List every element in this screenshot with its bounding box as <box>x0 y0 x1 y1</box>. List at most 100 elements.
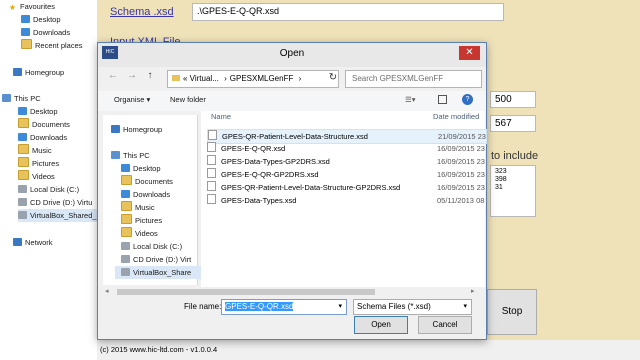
folder-icon <box>172 75 180 81</box>
horizontal-scrollbar[interactable]: ◂ ▸ <box>103 287 481 297</box>
file-icon <box>207 168 216 178</box>
breadcrumb-gpesxmlgenff[interactable]: GPESXMLGenFF <box>230 74 294 83</box>
drive-icon <box>121 242 130 250</box>
nav-network[interactable]: Network <box>13 236 53 249</box>
cd-drive-icon <box>18 198 27 206</box>
dialog-title: Open <box>279 48 305 59</box>
search-input[interactable]: Search GPESXMLGenFF <box>345 70 482 88</box>
dnav-pictures[interactable]: Pictures <box>121 214 162 227</box>
list-item: 31 <box>495 184 503 191</box>
network-drive-icon <box>18 211 27 219</box>
file-name-label: File name: <box>184 302 222 311</box>
dnav-virtualbox-shared[interactable]: VirtualBox_Share <box>115 266 203 279</box>
dnav-music[interactable]: Music <box>121 201 155 214</box>
address-bar[interactable]: « Virtual... › GPESXMLGenFF › <box>167 70 339 88</box>
chevron-down-icon[interactable]: ▾ <box>463 300 467 314</box>
star-icon: ★ <box>8 3 17 12</box>
pictures-icon <box>18 157 29 167</box>
forward-arrow-icon[interactable]: → <box>125 70 139 81</box>
scrollbar-thumb[interactable] <box>117 289 375 295</box>
nav-pc-desktop[interactable]: Desktop <box>18 105 58 118</box>
nav-this-pc[interactable]: This PC <box>2 92 41 105</box>
file-row[interactable]: GPES-E-Q-QR.xsd 16/09/2015 23 <box>207 142 485 155</box>
pc-icon <box>111 151 120 159</box>
help-icon[interactable]: ? <box>462 94 473 105</box>
refresh-icon[interactable]: ↻ <box>326 72 340 83</box>
nav-virtualbox-shared[interactable]: VirtualBox_Shared_ <box>18 209 97 222</box>
nav-favourites[interactable]: ★ Favourites <box>8 0 55 13</box>
file-row[interactable]: GPES-QR-Patient-Level-Data-Structure-GP2… <box>207 181 485 194</box>
downloads-icon <box>21 28 30 36</box>
file-name-input[interactable]: GPES-E-Q-QR.xsd ▾ <box>221 299 347 315</box>
nav-cd-drive[interactable]: CD Drive (D:) Virtu <box>18 196 92 209</box>
close-button[interactable]: ✕ <box>459 46 480 60</box>
scroll-right-icon[interactable]: ▸ <box>471 287 475 295</box>
pictures-icon <box>121 214 132 224</box>
value-field-500[interactable]: 500 <box>490 91 536 108</box>
nav-videos[interactable]: Videos <box>18 170 55 183</box>
dnav-local-disk[interactable]: Local Disk (C:) <box>121 240 182 253</box>
nav-documents[interactable]: Documents <box>18 118 70 131</box>
dnav-desktop[interactable]: Desktop <box>121 162 161 175</box>
organise-menu[interactable]: Organise ▾ <box>114 95 150 104</box>
breadcrumb-virtual[interactable]: « Virtual... <box>183 74 219 83</box>
dialog-toolbar: Organise ▾ New folder ☰▾ ? <box>98 91 486 111</box>
open-dialog: HIC Open ✕ ← → ↑ « Virtual... › GPESXMLGe… <box>97 42 487 340</box>
new-folder-button[interactable]: New folder <box>170 95 206 104</box>
open-button[interactable]: Open <box>354 316 408 334</box>
network-drive-icon <box>121 268 130 276</box>
music-icon <box>121 201 132 211</box>
videos-icon <box>18 170 29 180</box>
file-row[interactable]: GPES-E-Q-QR-GP2DRS.xsd 16/09/2015 23 <box>207 168 485 181</box>
stop-button[interactable]: Stop <box>487 289 537 335</box>
schema-label[interactable]: Schema .xsd <box>110 6 174 18</box>
scroll-left-icon[interactable]: ◂ <box>105 287 109 295</box>
nav-homegroup[interactable]: Homegroup <box>13 66 64 79</box>
status-bar: (c) 2015 www.hic-ltd.com - v1.0.0.4 <box>97 340 640 360</box>
videos-icon <box>121 227 132 237</box>
file-type-select[interactable]: Schema Files (*.xsd) ▾ <box>353 299 472 315</box>
homegroup-icon <box>13 68 22 76</box>
cancel-button[interactable]: Cancel <box>418 316 472 334</box>
back-arrow-icon[interactable]: ← <box>106 70 120 81</box>
dnav-videos[interactable]: Videos <box>121 227 158 240</box>
dnav-this-pc[interactable]: This PC <box>111 149 150 162</box>
nav-music[interactable]: Music <box>18 144 52 157</box>
nav-pictures[interactable]: Pictures <box>18 157 59 170</box>
value-field-567[interactable]: 567 <box>490 115 536 132</box>
dnav-downloads[interactable]: Downloads <box>121 188 170 201</box>
desktop-icon <box>121 164 130 172</box>
view-options-icon[interactable]: ☰▾ <box>405 95 416 104</box>
file-icon <box>207 155 216 165</box>
file-row[interactable]: GPES-Data-Types-GP2DRS.xsd 16/09/2015 23 <box>207 155 485 168</box>
chevron-down-icon[interactable]: ▾ <box>338 300 342 314</box>
dialog-titlebar: HIC Open ✕ <box>98 43 486 67</box>
nav-recent-places[interactable]: Recent places <box>21 39 83 52</box>
nav-pc-downloads[interactable]: Downloads <box>18 131 67 144</box>
include-list[interactable]: 323 398 31 <box>490 165 536 217</box>
nav-local-disk[interactable]: Local Disk (C:) <box>18 183 79 196</box>
file-icon <box>208 130 217 140</box>
list-item: 398 <box>495 176 507 183</box>
dnav-documents[interactable]: Documents <box>121 175 173 188</box>
cd-drive-icon <box>121 255 130 263</box>
dnav-cd-drive[interactable]: CD Drive (D:) Virt <box>121 253 191 266</box>
file-name-selected-text: GPES-E-Q-QR.xsd <box>225 302 294 311</box>
pc-icon <box>2 94 11 102</box>
file-row[interactable]: GPES-Data-Types.xsd 05/11/2013 08 <box>207 194 485 207</box>
desktop-icon <box>21 15 30 23</box>
include-label: to include <box>491 150 539 162</box>
column-header-date[interactable]: Date modified <box>433 112 479 121</box>
nav-desktop[interactable]: Desktop <box>21 13 61 26</box>
network-icon <box>13 238 22 246</box>
schema-field[interactable]: .\GPES-E-Q-QR.xsd <box>192 3 504 21</box>
preview-pane-icon[interactable] <box>438 95 447 104</box>
list-item: 323 <box>495 168 507 175</box>
file-icon <box>207 181 216 191</box>
folder-icon <box>18 118 29 128</box>
downloads-icon <box>121 190 130 198</box>
nav-downloads[interactable]: Downloads <box>21 26 70 39</box>
dnav-homegroup[interactable]: Homegroup <box>111 123 162 136</box>
up-arrow-icon[interactable]: ↑ <box>144 70 156 81</box>
column-header-name[interactable]: Name <box>211 112 231 121</box>
